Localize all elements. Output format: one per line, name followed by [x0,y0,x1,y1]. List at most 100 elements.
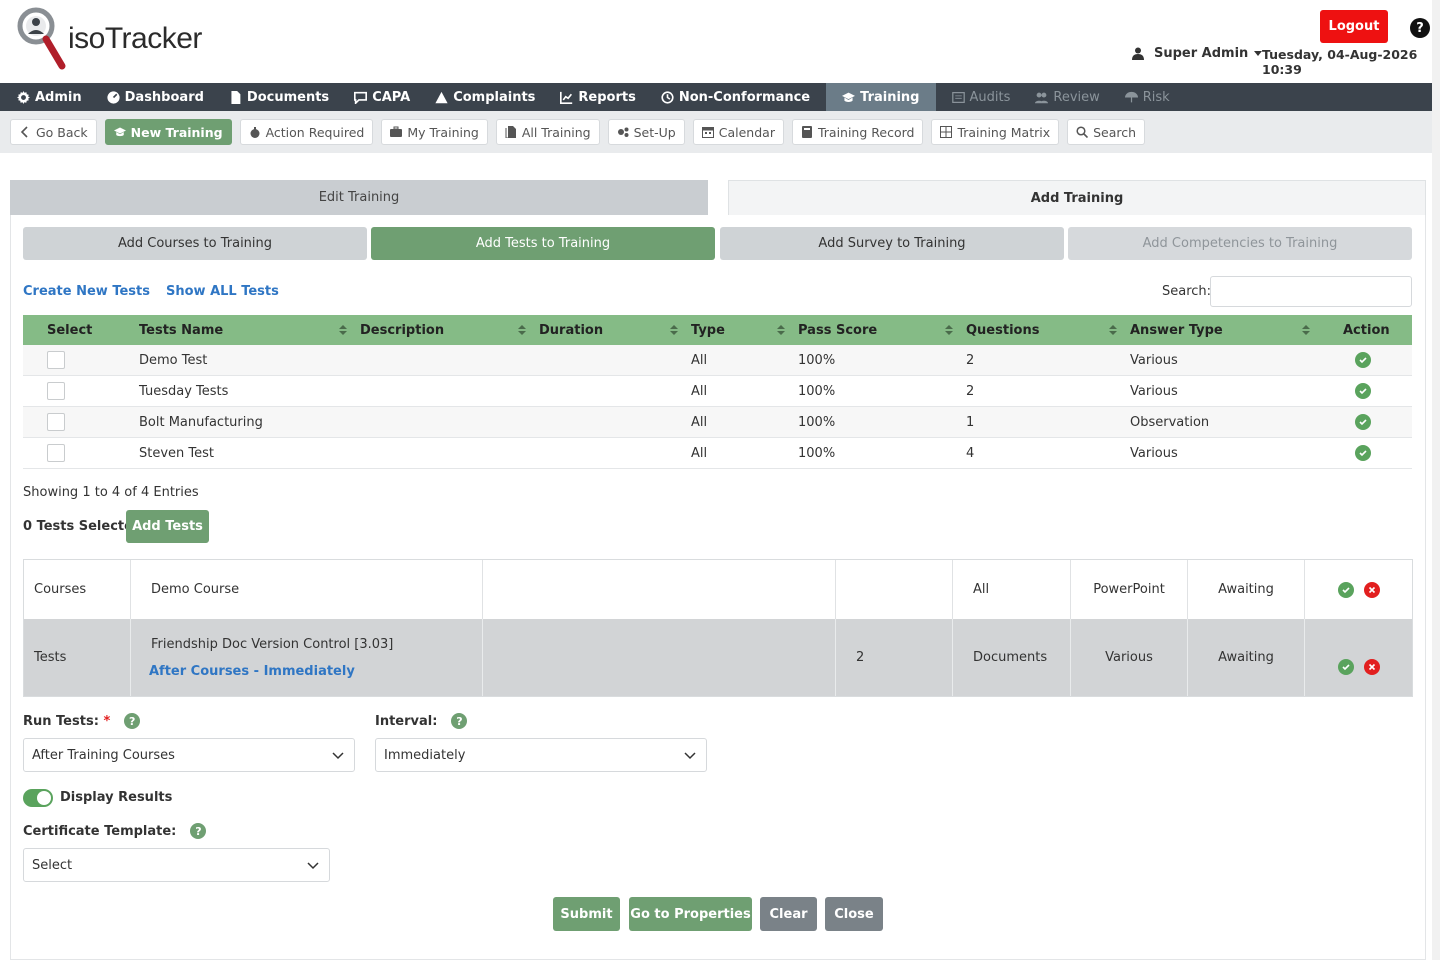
sub-nav: Go Back New Training Action Required My … [0,111,1440,153]
entries-info: Showing 1 to 4 of 4 Entries [23,485,199,500]
nav-review[interactable]: Review [1026,83,1108,111]
help-icon[interactable]: ? [1410,18,1430,38]
chevron-down-icon [684,752,696,760]
interval-select[interactable]: Immediately [375,738,707,772]
go-back-button[interactable]: Go Back [10,119,97,145]
clear-button[interactable]: Clear [760,897,817,931]
nav-non-conformance[interactable]: Non-Conformance [652,83,819,111]
close-button[interactable]: Close [825,897,883,931]
col-tests-name[interactable]: Tests Name [139,315,223,345]
subtab-add-tests[interactable]: Add Tests to Training [371,227,715,260]
create-new-tests-link[interactable]: Create New Tests [23,284,150,299]
col-pass-score[interactable]: Pass Score [798,315,877,345]
col-select: Select [47,322,93,338]
chevron-down-icon [332,752,344,760]
table-row: Bolt Manufacturing All 100% 1 Observatio… [23,407,1412,438]
summary-col6: PowerPoint [1071,560,1188,619]
col-questions[interactable]: Questions [966,315,1039,345]
dashboard-icon [107,90,120,104]
col-type[interactable]: Type [691,315,725,345]
sort-icon[interactable] [670,325,678,335]
new-training-button[interactable]: New Training [104,119,232,145]
tab-add-training[interactable]: Add Training [728,180,1426,215]
add-check-icon[interactable] [1355,414,1371,430]
calendar-button[interactable]: Calendar [692,119,784,145]
nav-admin[interactable]: Admin [8,83,91,111]
training-record-button[interactable]: Training Record [791,119,924,145]
sort-icon[interactable] [1109,325,1117,335]
subtab-add-courses[interactable]: Add Courses to Training [23,227,367,260]
nav-audits[interactable]: Audits [943,83,1020,111]
row-checkbox[interactable] [47,444,65,462]
submit-button[interactable]: Submit [553,897,620,931]
scrollbar[interactable] [1432,0,1440,960]
test-answer-type: Various [1130,383,1178,399]
test-name: Tuesday Tests [139,383,229,399]
logout-button[interactable]: Logout [1320,10,1388,43]
table-row: Demo Test All 100% 2 Various [23,345,1412,376]
chart-icon [560,91,573,104]
remove-x-icon[interactable] [1363,658,1380,675]
row-checkbox[interactable] [47,382,65,400]
confirm-check-icon[interactable] [1337,581,1354,598]
sort-icon[interactable] [518,325,526,335]
action-required-button[interactable]: Action Required [239,119,374,145]
chevron-left-icon [20,126,28,138]
test-name: Steven Test [139,445,215,461]
interval-label: Interval: ? [375,713,468,729]
search-button[interactable]: Search [1067,119,1146,145]
add-check-icon[interactable] [1355,352,1371,368]
training-matrix-button[interactable]: Training Matrix [931,119,1060,145]
sort-icon[interactable] [1302,325,1310,335]
sort-icon[interactable] [339,325,347,335]
show-all-tests-link[interactable]: Show ALL Tests [166,284,279,299]
nav-training[interactable]: Training [826,83,936,111]
nav-reports[interactable]: Reports [551,83,644,111]
go-to-properties-button[interactable]: Go to Properties [629,897,752,931]
test-links: Create New Tests Show ALL Tests [23,284,279,299]
set-up-button[interactable]: Set-Up [607,119,685,145]
test-type: All [691,445,708,461]
run-tests-select[interactable]: After Training Courses [23,738,355,772]
confirm-check-icon[interactable] [1337,658,1354,675]
test-answer-type: Various [1130,445,1178,461]
logo[interactable]: isoTracker [16,6,202,72]
tab-edit-training[interactable]: Edit Training [10,180,708,215]
all-training-button[interactable]: All Training [495,119,600,145]
remove-x-icon[interactable] [1363,581,1380,598]
help-icon[interactable]: ? [190,823,207,839]
graduation-icon [842,92,856,102]
subtab-add-competencies[interactable]: Add Competencies to Training [1068,227,1412,260]
history-icon [661,90,674,104]
user-menu[interactable]: Super Admin [1132,46,1263,61]
add-check-icon[interactable] [1355,383,1371,399]
table-row: Tuesday Tests All 100% 2 Various [23,376,1412,407]
schedule-link[interactable]: After Courses - Immediately [149,664,355,679]
nav-complaints[interactable]: Complaints [426,83,544,111]
certificate-template-select[interactable]: Select [23,848,330,882]
subtab-add-survey[interactable]: Add Survey to Training [720,227,1064,260]
row-checkbox[interactable] [47,413,65,431]
search-input[interactable] [1210,276,1412,307]
my-training-button[interactable]: My Training [381,119,488,145]
display-results-toggle[interactable] [23,789,53,807]
help-icon[interactable]: ? [124,713,141,729]
col-duration[interactable]: Duration [539,315,603,345]
help-icon[interactable]: ? [451,713,468,729]
col-description[interactable]: Description [360,315,444,345]
add-tests-button[interactable]: Add Tests [126,510,209,543]
sort-icon[interactable] [945,325,953,335]
nav-capa[interactable]: CAPA [345,83,419,111]
row-checkbox[interactable] [47,351,65,369]
nav-risk[interactable]: Risk [1116,83,1179,111]
list-icon [951,91,965,103]
nav-dashboard[interactable]: Dashboard [98,83,213,111]
search-icon [1076,126,1089,138]
col-answer-type[interactable]: Answer Type [1130,315,1223,345]
required-marker: * [103,713,111,729]
sort-icon[interactable] [777,325,785,335]
grid-icon [940,126,953,138]
nav-documents[interactable]: Documents [220,83,338,111]
summary-category: Courses [24,560,131,619]
add-check-icon[interactable] [1355,445,1371,461]
